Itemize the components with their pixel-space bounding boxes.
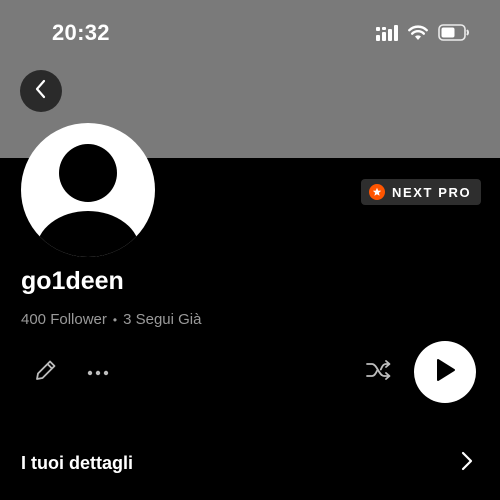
back-button[interactable]	[20, 70, 62, 112]
stats-separator: •	[112, 312, 118, 327]
more-dots-icon	[87, 363, 109, 381]
shuffle-icon	[365, 359, 393, 386]
your-details-row[interactable]: I tuoi dettagli	[0, 440, 500, 486]
wifi-icon	[408, 25, 428, 46]
username: go1deen	[21, 267, 124, 295]
profile-stats: 400 Follower • 3 Segui Già	[21, 311, 201, 328]
chevron-left-icon	[33, 79, 49, 104]
play-icon	[434, 358, 456, 387]
pencil-icon	[33, 357, 59, 388]
star-icon	[369, 184, 385, 200]
badge-label: NEXT PRO	[392, 184, 472, 200]
edit-profile-button[interactable]	[32, 358, 60, 386]
signal-bars-icon	[376, 24, 398, 46]
more-options-button[interactable]	[84, 358, 112, 386]
following-count[interactable]: 3 Segui Già	[123, 311, 201, 328]
followers-count[interactable]: 400 Follower	[21, 311, 107, 328]
avatar[interactable]	[21, 123, 155, 257]
next-pro-badge[interactable]: NEXT PRO	[361, 179, 481, 205]
play-button[interactable]	[414, 341, 476, 403]
battery-icon	[438, 24, 470, 46]
default-user-avatar	[36, 144, 140, 257]
shuffle-button[interactable]	[363, 358, 395, 386]
details-label: I tuoi dettagli	[21, 452, 133, 473]
status-time: 20:32	[52, 20, 110, 45]
status-icons	[376, 24, 470, 46]
chevron-right-icon	[460, 450, 474, 477]
status-bar: 20:32	[0, 0, 500, 66]
